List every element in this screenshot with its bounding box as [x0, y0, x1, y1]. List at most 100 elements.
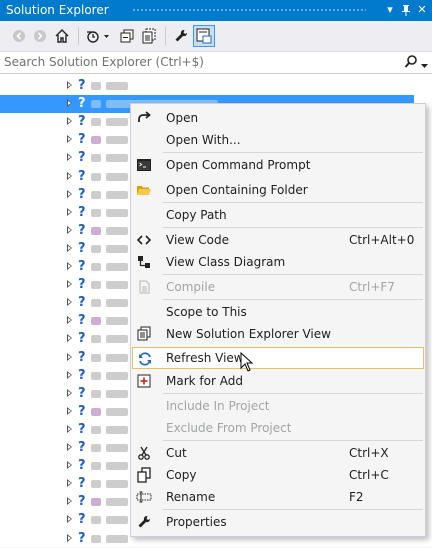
wrench-icon: [136, 514, 152, 530]
expand-arrow-icon[interactable]: [67, 424, 72, 433]
menu-item-scope-to-this[interactable]: Scope to This: [132, 301, 424, 323]
properties-wrench-icon[interactable]: [172, 27, 190, 45]
new-view-icon: [136, 326, 152, 342]
search-input[interactable]: [4, 54, 394, 70]
chevron-down-icon[interactable]: [103, 27, 111, 45]
menu-separator: [163, 152, 423, 153]
menu-item-rename[interactable]: Rename F2: [132, 486, 424, 508]
menu-item-open-with[interactable]: Open With...: [132, 129, 424, 151]
redacted-file-icon: [91, 208, 101, 217]
redacted-file-name: [106, 317, 128, 326]
expand-arrow-icon[interactable]: [67, 117, 72, 126]
home-icon[interactable]: [53, 27, 71, 45]
expand-arrow-icon[interactable]: [67, 406, 72, 415]
menu-item-view-class-diagram[interactable]: View Class Diagram: [132, 251, 424, 273]
unknown-status-icon: ?: [78, 132, 86, 148]
expand-arrow-icon[interactable]: [67, 189, 72, 198]
unknown-status-icon: ?: [78, 313, 86, 329]
menu-item-label: Exclude From Project: [166, 421, 292, 435]
expand-arrow-icon[interactable]: [67, 298, 72, 307]
unknown-status-icon: ?: [78, 222, 86, 238]
unknown-status-icon: ?: [78, 421, 86, 437]
mouse-cursor-icon: [240, 351, 254, 375]
back-icon[interactable]: [10, 27, 28, 45]
title-grip[interactable]: [132, 8, 366, 13]
expand-arrow-icon[interactable]: [67, 316, 72, 325]
expand-arrow-icon[interactable]: [67, 171, 72, 180]
show-all-files-icon[interactable]: [140, 27, 158, 45]
expand-arrow-icon[interactable]: [67, 99, 72, 108]
menu-item-open-containing-folder[interactable]: Open Containing Folder: [132, 179, 424, 201]
redacted-file-name: [106, 299, 128, 308]
expand-arrow-icon[interactable]: [67, 497, 72, 506]
redacted-file-icon: [91, 100, 101, 109]
redacted-file-icon: [91, 82, 101, 90]
menu-item-mark-for-add[interactable]: Mark for Add: [132, 370, 424, 392]
search-icon[interactable]: [404, 54, 418, 73]
expand-arrow-icon[interactable]: [67, 81, 72, 89]
expand-arrow-icon[interactable]: [67, 370, 72, 379]
menu-item-cut[interactable]: Cut Ctrl+X: [132, 442, 424, 464]
unknown-status-icon: ?: [78, 530, 86, 546]
rename-icon: [136, 489, 152, 505]
expand-arrow-icon[interactable]: [67, 262, 72, 270]
redacted-file-icon: [91, 407, 101, 416]
expand-arrow-icon[interactable]: [67, 479, 72, 488]
expand-arrow-icon[interactable]: [67, 443, 72, 451]
menu-item-new-solution-explorer-view[interactable]: New Solution Explorer View: [132, 323, 424, 345]
pin-icon[interactable]: [398, 2, 414, 18]
unknown-status-icon: ?: [78, 367, 86, 383]
menu-item-label: Rename: [166, 490, 216, 504]
menu-item-label: Open Command Prompt: [166, 158, 311, 172]
redacted-file-icon: [91, 317, 101, 326]
view-code-icon: [136, 232, 152, 248]
dropdown-icon[interactable]: ▾: [382, 2, 398, 18]
search-options-chevron-icon[interactable]: [421, 59, 429, 73]
expand-arrow-icon[interactable]: [67, 533, 72, 542]
menu-item-open[interactable]: Open: [132, 107, 424, 129]
expand-arrow-icon[interactable]: [67, 334, 72, 343]
menu-item-copy[interactable]: Copy Ctrl+C: [132, 464, 424, 486]
menu-item-properties[interactable]: Properties: [132, 511, 424, 533]
expand-arrow-icon[interactable]: [67, 461, 72, 470]
menu-item-view-code[interactable]: View Code Ctrl+Alt+0: [132, 229, 424, 251]
history-icon[interactable]: [85, 27, 103, 45]
compile-icon: [136, 279, 152, 295]
menu-item-refresh-view[interactable]: Refresh View: [132, 347, 424, 369]
preview-selected-icon[interactable]: [193, 25, 215, 47]
expand-arrow-icon[interactable]: [67, 225, 72, 234]
expand-arrow-icon[interactable]: [67, 280, 72, 289]
unknown-status-icon: ?: [78, 476, 86, 492]
menu-item-label: View Class Diagram: [166, 255, 286, 269]
redacted-file-name: [106, 82, 128, 90]
redacted-file-icon: [91, 154, 101, 163]
scissors-icon: [136, 445, 152, 461]
expand-arrow-icon[interactable]: [67, 135, 72, 144]
redacted-file-icon: [91, 516, 101, 525]
redacted-file-name: [106, 425, 128, 434]
menu-item-shortcut: Ctrl+C: [349, 468, 389, 482]
expand-arrow-icon[interactable]: [67, 388, 72, 397]
close-icon[interactable]: ✕: [414, 2, 430, 18]
redacted-file-name: [106, 281, 128, 290]
tree-item[interactable]: ?: [0, 77, 432, 95]
expand-arrow-icon[interactable]: [67, 153, 72, 162]
expand-arrow-icon[interactable]: [67, 352, 72, 361]
collapse-all-icon[interactable]: [118, 27, 136, 45]
menu-item-copy-path[interactable]: Copy Path: [132, 204, 424, 226]
expand-arrow-icon[interactable]: [67, 243, 72, 252]
menu-separator: [163, 227, 423, 228]
window-title: Solution Explorer: [6, 3, 109, 17]
redacted-file-name: [106, 172, 128, 181]
menu-item-label: Copy: [166, 468, 197, 482]
forward-icon[interactable]: [31, 27, 49, 45]
redacted-file-name: [106, 407, 128, 416]
menu-item-open-command-prompt[interactable]: Open Command Prompt: [132, 154, 424, 176]
unknown-status-icon: ?: [78, 349, 86, 365]
menu-item-compile: Compile Ctrl+F7: [132, 276, 424, 298]
expand-arrow-icon[interactable]: [67, 207, 72, 216]
redacted-file-name: [106, 371, 128, 380]
search-bar: [0, 52, 432, 74]
expand-arrow-icon[interactable]: [67, 515, 72, 524]
redacted-file-name: [106, 516, 128, 525]
